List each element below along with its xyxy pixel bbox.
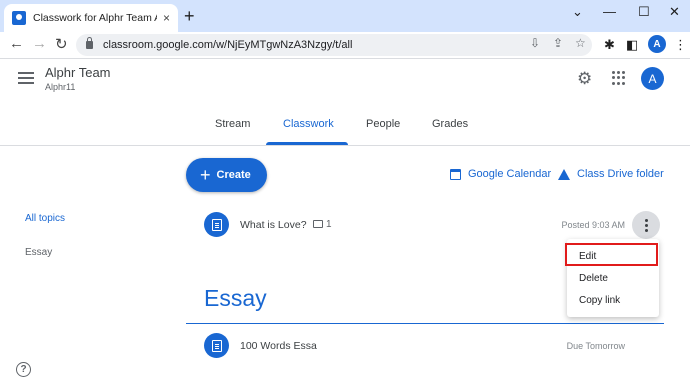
browser-tab-strip: Classwork for Alphr Team Alphr1 × + ⌄ — … <box>0 0 690 32</box>
back-icon[interactable]: ← <box>9 35 24 52</box>
classroom-tabs: Stream Classwork People Grades <box>0 108 690 146</box>
tab-search-icon[interactable]: ⌄ <box>572 4 583 20</box>
apps-grid-icon[interactable] <box>612 71 626 85</box>
item-posted-time: Posted 9:03 AM <box>561 220 625 230</box>
item-title[interactable]: 100 Words Essa <box>240 340 317 352</box>
topic-divider <box>186 323 664 324</box>
comment-count: 1 <box>326 219 332 230</box>
google-calendar-label: Google Calendar <box>468 168 552 180</box>
share-icon[interactable]: ⇪ <box>553 36 563 50</box>
classroom-favicon-icon <box>12 11 26 25</box>
maximize-button[interactable]: ☐ <box>638 4 650 20</box>
comment-icon <box>313 220 323 228</box>
topic-heading: Essay <box>204 285 267 311</box>
browser-toolbar: ← → ↻ classroom.google.com/w/NjEyMTgwNzA… <box>0 32 690 58</box>
menu-item-delete[interactable]: Delete <box>567 267 659 289</box>
class-drive-folder-link[interactable]: Class Drive folder <box>558 168 664 180</box>
lock-icon <box>86 37 93 49</box>
tab-stream[interactable]: Stream <box>215 118 250 130</box>
create-button[interactable]: + Create <box>186 158 267 192</box>
create-button-label: Create <box>216 169 251 181</box>
classwork-item[interactable]: What is Love? 1 Posted 9:03 AM <box>186 210 660 242</box>
url-text[interactable]: classroom.google.com/w/NjEyMTgwNzA3Nzgy/… <box>103 39 352 51</box>
install-app-icon[interactable]: ⇩ <box>530 36 540 50</box>
forward-icon[interactable]: → <box>32 35 47 52</box>
new-tab-button[interactable]: + <box>184 7 195 25</box>
plus-icon: + <box>200 165 211 185</box>
assignment-icon <box>204 212 229 237</box>
tab-close-icon[interactable]: × <box>163 11 170 25</box>
tab-people[interactable]: People <box>366 118 400 130</box>
menu-item-copy-link[interactable]: Copy link <box>567 289 659 311</box>
settings-gear-icon[interactable]: ⚙ <box>577 69 592 89</box>
browser-tab-title: Classwork for Alphr Team Alphr1 <box>33 12 157 24</box>
more-options-button[interactable] <box>632 211 660 239</box>
browser-tab[interactable]: Classwork for Alphr Team Alphr1 × <box>4 4 178 32</box>
reload-icon[interactable]: ↻ <box>55 35 68 53</box>
drive-icon <box>558 168 570 180</box>
help-icon[interactable]: ? <box>16 362 31 377</box>
item-title[interactable]: What is Love? <box>240 219 307 231</box>
browser-profile-avatar[interactable]: A <box>648 35 666 53</box>
tab-classwork[interactable]: Classwork <box>283 118 334 130</box>
close-window-button[interactable]: ✕ <box>669 4 680 20</box>
item-due-date: Due Tomorrow <box>566 341 625 351</box>
topic-all-topics[interactable]: All topics <box>25 213 65 224</box>
divider <box>0 145 690 146</box>
classwork-item[interactable]: 100 Words Essa Due Tomorrow <box>186 331 660 363</box>
class-section: Alphr11 <box>45 82 76 92</box>
bookmark-star-icon[interactable]: ☆ <box>575 36 586 50</box>
class-drive-folder-label: Class Drive folder <box>577 168 664 180</box>
class-name[interactable]: Alphr Team <box>45 65 111 80</box>
assignment-icon <box>204 333 229 358</box>
side-panel-icon[interactable]: ◧ <box>626 37 638 53</box>
account-avatar[interactable]: A <box>641 67 664 90</box>
minimize-button[interactable]: — <box>603 4 616 19</box>
divider <box>0 58 690 59</box>
tab-grades[interactable]: Grades <box>432 118 468 130</box>
browser-menu-icon[interactable]: ⋮ <box>674 37 687 53</box>
google-calendar-link[interactable]: Google Calendar <box>450 168 551 180</box>
extensions-icon[interactable]: ✱ <box>604 37 615 53</box>
address-bar[interactable]: classroom.google.com/w/NjEyMTgwNzA3Nzgy/… <box>76 34 592 56</box>
calendar-icon <box>450 168 461 180</box>
topic-essay[interactable]: Essay <box>25 247 52 258</box>
edit-highlight-box <box>565 243 658 266</box>
main-menu-icon[interactable] <box>18 72 34 84</box>
